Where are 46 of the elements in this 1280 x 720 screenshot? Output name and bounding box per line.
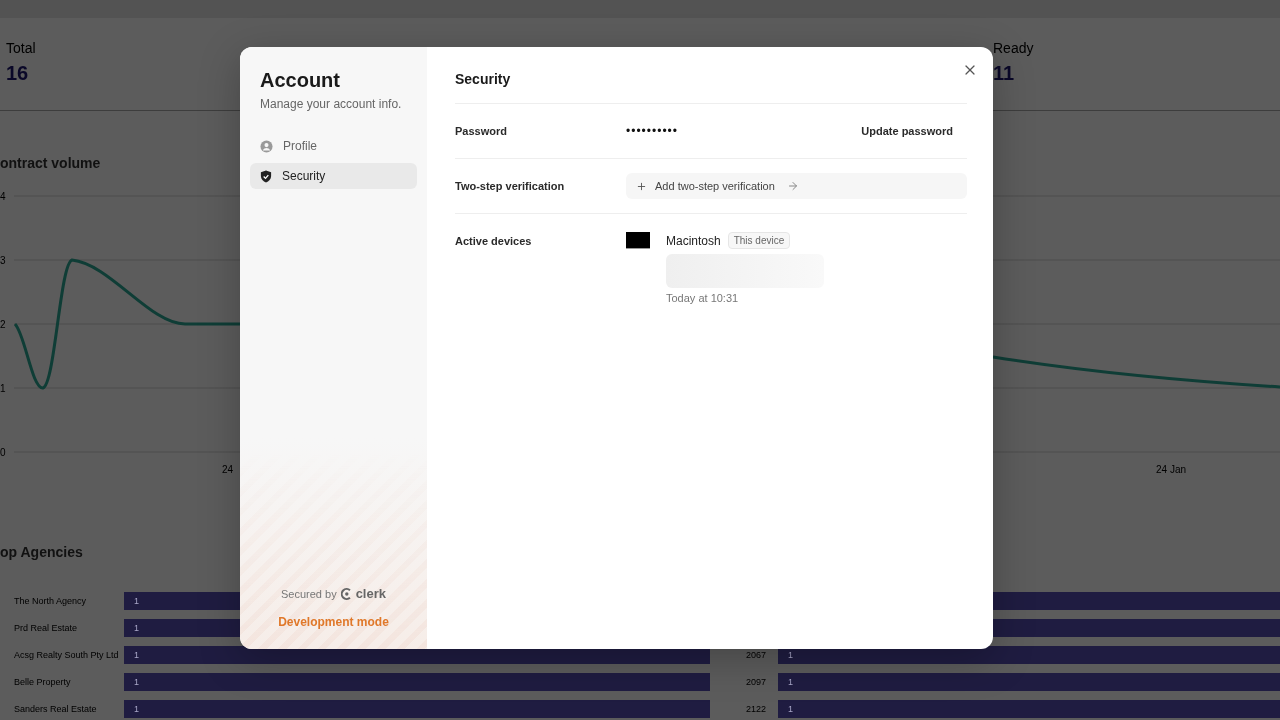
section-title: op Agencies: [0, 544, 83, 560]
stat-label: Ready: [993, 40, 1034, 56]
axis-tick-label: 2: [0, 319, 6, 330]
row-label: Password: [455, 125, 508, 137]
update-password-button[interactable]: Update password: [847, 121, 967, 141]
code-text: 2067: [744, 650, 767, 660]
arrow-right-icon: [786, 180, 799, 192]
bar: 1: [124, 700, 710, 718]
logo-icon: [340, 587, 352, 600]
user-icon: [260, 139, 273, 153]
dialog-subtitle: Manage your account info.: [260, 97, 403, 111]
agency-name: Prd Real Estate: [13, 623, 79, 633]
row-label: Active devices: [455, 234, 533, 247]
agency-name: Belle Property: [13, 677, 72, 687]
password-dots: ••••••••••: [626, 124, 678, 138]
axis-tick-label: 3: [0, 255, 6, 266]
agency-name: The North Agency: [13, 596, 88, 606]
laptop-icon: [626, 232, 650, 249]
chart-title: ontract volume: [0, 155, 101, 171]
axis-tick-label: 24: [222, 464, 234, 475]
row-label: Two-step verification: [455, 180, 566, 192]
add-verification-button[interactable]: Add two-step verification: [626, 173, 967, 199]
axis-tick-label: 4: [0, 191, 6, 202]
code-text: 2122: [744, 704, 767, 714]
stat-label: Total: [6, 40, 36, 56]
stat-value: 16: [6, 62, 29, 85]
nav-item[interactable]: Security: [250, 163, 417, 189]
page-title: Security: [455, 71, 512, 89]
plus-icon: [636, 180, 647, 192]
device-badge: This device: [727, 232, 791, 249]
agency-name: Sanders Real Estate: [13, 704, 98, 714]
nav-item[interactable]: Profile: [250, 133, 417, 159]
stat-value: 11: [993, 62, 1015, 85]
shield-check-icon: [260, 169, 272, 183]
bar: 1: [778, 700, 1280, 718]
bar: 1: [124, 673, 710, 691]
code-text: 2097: [744, 677, 767, 687]
agency-name: Acsg Realty South Pty Ltd: [13, 650, 120, 660]
axis-tick-label: 0: [0, 447, 6, 458]
bar: 1: [778, 646, 1280, 664]
bar: 1: [778, 673, 1280, 691]
device-name: Macintosh: [666, 233, 721, 248]
dialog-title: Account: [260, 69, 341, 92]
axis-tick-label: 24 Jan: [1156, 464, 1187, 475]
axis-tick-label: 1: [0, 383, 6, 394]
last-active-text: Today at 10:31: [666, 292, 739, 304]
